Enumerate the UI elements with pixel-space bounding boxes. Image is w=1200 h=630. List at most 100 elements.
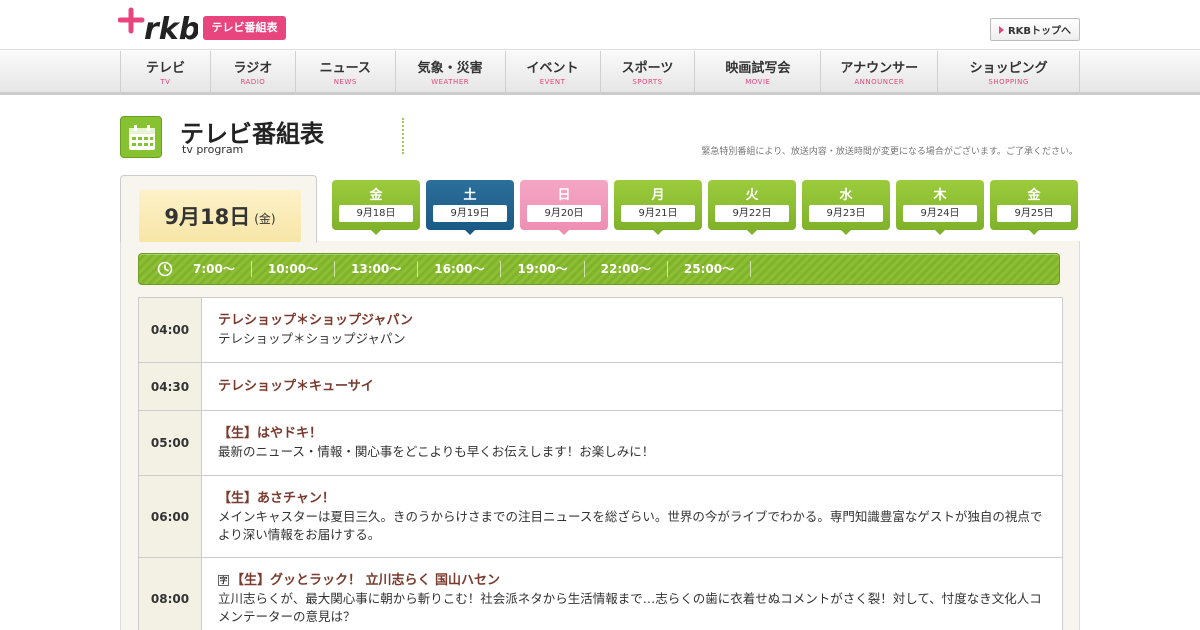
program-row: 08:00 字【生】グッとラック！ 立川志らく 国山ハセン 立川志らくが、最大関心事… (138, 558, 1063, 630)
nav-label: ショッピング (969, 60, 1048, 76)
nav-item-event[interactable]: イベント EVENT (506, 51, 601, 95)
program-title-wrap: テレショップ＊キューサイ (218, 378, 1046, 396)
nav-label: スポーツ (621, 60, 674, 76)
page-subtitle: tv program (182, 143, 244, 156)
nav-item-tv[interactable]: テレビ TV (121, 51, 211, 95)
time-link[interactable]: 13:00～ (335, 261, 419, 277)
nav-item-shopping[interactable]: ショッピング SHOPPING (938, 51, 1081, 95)
day-tab-weekday: 火 (745, 188, 759, 203)
program-body: 【生】あさチャン！ メインキャスターは夏目三久。きのうからけさまでの注目ニュースを… (202, 476, 1062, 557)
program-title-wrap: 【生】あさチャン！ (218, 490, 1046, 508)
day-tab-weekday: 金 (369, 188, 383, 203)
nav-sublabel: EVENT (539, 77, 566, 86)
program-time: 04:30 (139, 363, 202, 410)
day-tab-date: 9月20日 (527, 205, 601, 222)
nav-sublabel: MOVIE (745, 77, 771, 86)
day-tab-date: 9月18日 (339, 205, 413, 222)
program-row: 05:00 【生】はやドキ！ 最新のニュース・情報・関心事をどこよりも早くお伝えしま… (138, 411, 1063, 476)
day-tab-weekday: 木 (933, 188, 947, 203)
current-weekday: (金) (254, 212, 276, 226)
program-title[interactable]: テレショップ＊キューサイ (218, 379, 374, 394)
day-tab-weekday: 土 (463, 188, 477, 203)
global-nav-list: テレビ TV ラジオ RADIO ニュース NEWS 気象・災害 WEATHER イベント EVE… (120, 51, 1081, 95)
divider (402, 118, 404, 154)
day-tab[interactable]: 土 9月19日 (426, 180, 514, 235)
program-body: 【生】はやドキ！ 最新のニュース・情報・関心事をどこよりも早くお伝えします！お楽し… (202, 411, 1062, 475)
day-tab-date: 9月24日 (903, 205, 977, 222)
day-tab[interactable]: 水 9月23日 (802, 180, 890, 235)
program-row: 04:00 テレショップ＊ショップジャパン テレショップ＊ショップジャパン (138, 298, 1063, 363)
svg-text:rkb: rkb (144, 12, 198, 44)
global-nav: テレビ TV ラジオ RADIO ニュース NEWS 気象・災害 WEATHER イベント EVE… (0, 51, 1200, 95)
nav-sublabel: WEATHER (431, 77, 470, 86)
program-title[interactable]: 【生】あさチャン！ (218, 491, 335, 506)
time-link[interactable]: 10:00～ (252, 261, 336, 277)
day-tab[interactable]: 金 9月18日 (332, 180, 420, 235)
subtitle-icon: 字 (218, 575, 229, 586)
nav-label: ニュース (319, 60, 371, 76)
program-body: テレショップ＊ショップジャパン テレショップ＊ショップジャパン (202, 298, 1062, 362)
nav-item-news[interactable]: ニュース NEWS (296, 51, 396, 95)
nav-label: テレビ (145, 60, 185, 76)
time-bar: 7:00～ 10:00～ 13:00～ 16:00～ 19:00～ 22:00～ 25:00… (138, 253, 1060, 285)
time-link[interactable]: 7:00～ (177, 261, 252, 277)
program-description: テレショップ＊ショップジャパン (218, 331, 406, 346)
day-tabs: 金 9月18日 土 9月19日 日 9月20日 月 9月21日 火 9月22日 水 9月23日 木 9月2… (332, 180, 1078, 235)
rkb-top-label: RKBトップへ (1007, 26, 1072, 37)
rkb-top-button[interactable]: RKBトップへ (990, 18, 1080, 41)
calendar-icon (120, 116, 162, 158)
nav-label: アナウンサー (840, 60, 919, 76)
current-date-tab: 9月18日 (金) (120, 175, 317, 243)
program-title-wrap: 【生】はやドキ！ (218, 425, 1046, 443)
day-tab-weekday: 金 (1027, 188, 1041, 203)
current-date-text: 9月18日 (164, 205, 251, 229)
program-title[interactable]: テレショップ＊ショップジャパン (218, 313, 413, 328)
time-link[interactable]: 16:00～ (418, 261, 502, 277)
time-link[interactable]: 25:00～ (668, 261, 752, 277)
program-title[interactable]: 【生】はやドキ！ (218, 426, 322, 441)
nav-item-announcer[interactable]: アナウンサー ANNOUNCER (821, 51, 939, 95)
nav-item-radio[interactable]: ラジオ RADIO (211, 51, 296, 95)
day-tab-date: 9月23日 (809, 205, 883, 222)
program-body: テレショップ＊キューサイ (202, 363, 1062, 410)
nav-sublabel: SHOPPING (988, 77, 1029, 86)
day-tab-weekday: 水 (839, 188, 853, 203)
program-time: 08:00 (139, 558, 202, 630)
program-row: 04:30 テレショップ＊キューサイ (138, 363, 1063, 411)
time-links: 7:00～ 10:00～ 13:00～ 16:00～ 19:00～ 22:00～ 25:00… (177, 254, 752, 284)
program-table: 04:00 テレショップ＊ショップジャパン テレショップ＊ショップジャパン 04:30… (138, 297, 1063, 630)
program-time: 04:00 (139, 298, 202, 362)
time-link[interactable]: 22:00～ (585, 261, 668, 277)
clock-icon (157, 261, 173, 277)
top-bar: rkb テレビ番組表 RKBトップへ (0, 0, 1200, 50)
nav-sublabel: ANNOUNCER (854, 77, 905, 86)
program-title-wrap: 字【生】グッとラック！ 立川志らく 国山ハセン (218, 572, 1046, 590)
day-tab-date: 9月22日 (715, 205, 789, 222)
program-body: 字【生】グッとラック！ 立川志らく 国山ハセン 立川志らくが、最大関心事に朝から斬… (202, 558, 1062, 630)
program-title[interactable]: 【生】グッとラック！ 立川志らく 国山ハセン (231, 573, 500, 588)
nav-item-sports[interactable]: スポーツ SPORTS (601, 51, 696, 95)
day-tab[interactable]: 月 9月21日 (614, 180, 702, 235)
program-description: 立川志らくが、最大関心事に朝から斬りこむ！社会派ネタから生活情報まで…志らくの歯… (218, 591, 1042, 624)
nav-item-movie[interactable]: 映画試写会 MOVIE (695, 51, 822, 95)
nav-label: 映画試写会 (725, 60, 791, 76)
program-title-wrap: テレショップ＊ショップジャパン (218, 312, 1046, 330)
current-date: 9月18日 (金) (139, 190, 301, 242)
day-tab[interactable]: 日 9月20日 (520, 180, 608, 235)
day-tab-weekday: 日 (557, 188, 571, 203)
nav-sublabel: SPORTS (632, 77, 663, 86)
day-tab[interactable]: 金 9月25日 (990, 180, 1078, 235)
program-description: メインキャスターは夏目三久。きのうからけさまでの注目ニュースを総ざらい。世界の今… (218, 509, 1043, 542)
time-link[interactable]: 19:00～ (501, 261, 585, 277)
arrow-right-icon (998, 25, 1004, 34)
rkb-logo[interactable]: rkb (118, 6, 198, 44)
program-description: 最新のニュース・情報・関心事をどこよりも早くお伝えします！お楽しみに！ (218, 444, 655, 459)
nav-label: ラジオ (233, 60, 273, 76)
day-tab-date: 9月25日 (997, 205, 1071, 222)
nav-sublabel: NEWS (333, 77, 357, 86)
day-tab[interactable]: 木 9月24日 (896, 180, 984, 235)
nav-item-weather[interactable]: 気象・災害 WEATHER (396, 51, 506, 95)
nav-label: イベント (526, 60, 579, 76)
day-tab[interactable]: 火 9月22日 (708, 180, 796, 235)
day-tab-date: 9月19日 (433, 205, 507, 222)
